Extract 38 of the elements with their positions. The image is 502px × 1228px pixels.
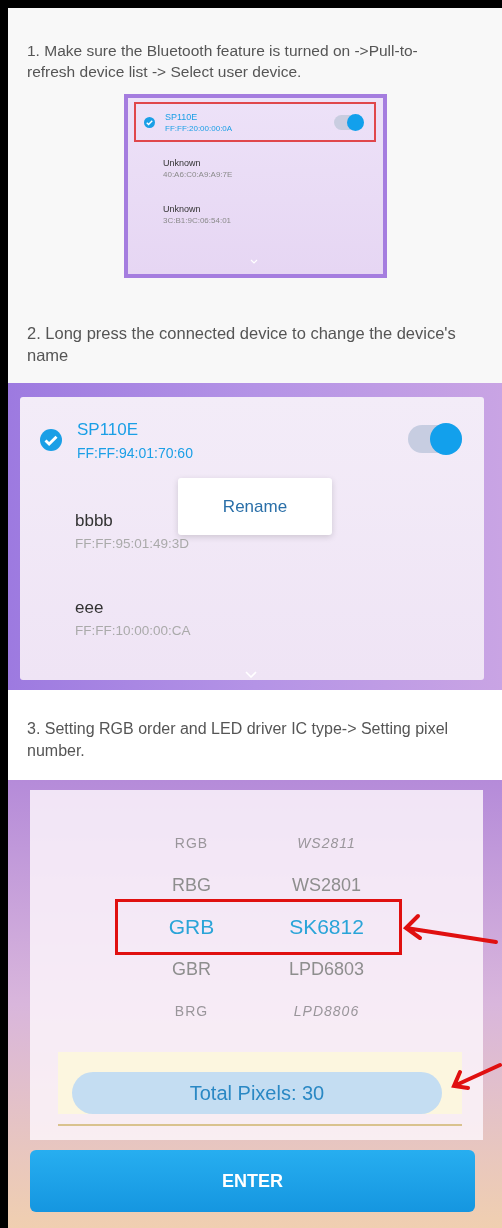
device-address: 3C:B1:9C:06:54:01	[163, 215, 232, 225]
toggle-switch[interactable]	[334, 114, 364, 130]
device-name: bbbb	[75, 510, 114, 532]
chevron-down-icon	[250, 259, 258, 264]
device-address: 40:A6:C0:A9:A9:7E	[163, 169, 233, 179]
toggle-switch[interactable]	[408, 425, 462, 453]
ic-type-option[interactable]: WS2811	[297, 822, 356, 864]
ic-type-option[interactable]: LPD8806	[293, 990, 360, 1032]
device-item[interactable]: Unknown 3C:B1:9C:06:54:01	[134, 194, 376, 234]
device-name: eee	[75, 597, 105, 619]
instruction-text: 2. Long press the connected device to change the device's name	[27, 323, 457, 366]
instruction-text: 1. Make sure the Bluetooth feature is turned on ->Pull-to-refresh device list -> Select user device.	[27, 41, 419, 82]
device-item[interactable]: eee FF:FF:10:00:00:CA	[40, 597, 191, 680]
check-icon	[40, 429, 62, 451]
order-option[interactable]: RBG	[172, 864, 211, 906]
device-name: Unknown	[163, 203, 202, 214]
device-address: FF:FF:10:00:00:CA	[75, 623, 191, 638]
device-item[interactable]: Unknown 40:A6:C0:A9:A9:7E	[134, 148, 376, 188]
order-option[interactable]: RGB	[174, 822, 209, 864]
total-pixels-button[interactable]: Total Pixels: 30	[72, 1072, 442, 1114]
device-item[interactable]: SP110E FF:FF:20:00:00:0A	[134, 102, 376, 142]
rename-menu[interactable]: Rename	[178, 478, 332, 535]
ic-type-option[interactable]: SK6812	[289, 906, 364, 948]
instruction-text: 3. Setting RGB order and LED driver IC type-> Setting pixel number.	[27, 719, 450, 761]
device-address: FF:FF:20:00:00:0A	[165, 123, 233, 133]
device-name: SP110E	[77, 419, 140, 441]
order-option[interactable]: BRG	[174, 990, 209, 1032]
device-address: FF:FF:95:01:49:3D	[75, 536, 190, 551]
ic-type-option[interactable]: LPD6803	[288, 948, 365, 990]
check-icon	[144, 116, 155, 128]
order-option[interactable]: GRB	[168, 906, 215, 948]
ic-type-option[interactable]: WS2801	[291, 864, 361, 906]
order-option[interactable]: GBR	[172, 948, 211, 990]
device-name: Unknown	[163, 157, 202, 168]
enter-button[interactable]: ENTER	[30, 1150, 475, 1212]
device-address: FF:FF:94:01:70:60	[77, 445, 193, 461]
device-name: SP110E	[165, 111, 199, 122]
chevron-down-icon	[245, 671, 257, 678]
